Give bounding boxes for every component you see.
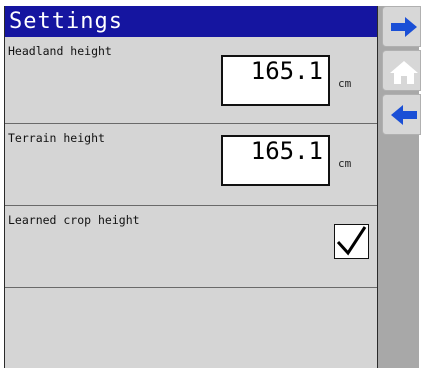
- settings-panel: Settings Headland height 165.1 cm Terrai…: [4, 6, 378, 368]
- headland-height-input[interactable]: 165.1: [221, 55, 330, 106]
- page-title: Settings: [5, 6, 377, 37]
- checkmark-icon: [336, 226, 367, 256]
- learned-crop-height-checkbox[interactable]: [334, 224, 369, 259]
- settings-screen: Settings Headland height 165.1 cm Terrai…: [4, 6, 421, 368]
- headland-height-row: Headland height 165.1 cm: [5, 37, 377, 124]
- headland-height-label: Headland height: [8, 44, 112, 58]
- arrow-right-icon: [391, 17, 417, 37]
- arrow-left-icon: [391, 105, 417, 125]
- terrain-height-input[interactable]: 165.1: [221, 135, 330, 186]
- learned-crop-height-row: Learned crop height: [5, 206, 377, 288]
- terrain-height-label: Terrain height: [8, 131, 105, 145]
- home-button[interactable]: [382, 50, 421, 91]
- empty-row: [5, 288, 377, 368]
- headland-height-unit: cm: [338, 77, 352, 90]
- learned-crop-height-label: Learned crop height: [8, 213, 140, 227]
- navigation-sidebar: [378, 6, 421, 368]
- terrain-height-unit: cm: [338, 157, 352, 170]
- home-icon: [390, 61, 418, 84]
- terrain-height-row: Terrain height 165.1 cm: [5, 124, 377, 206]
- next-button[interactable]: [382, 6, 421, 47]
- back-button[interactable]: [382, 94, 421, 135]
